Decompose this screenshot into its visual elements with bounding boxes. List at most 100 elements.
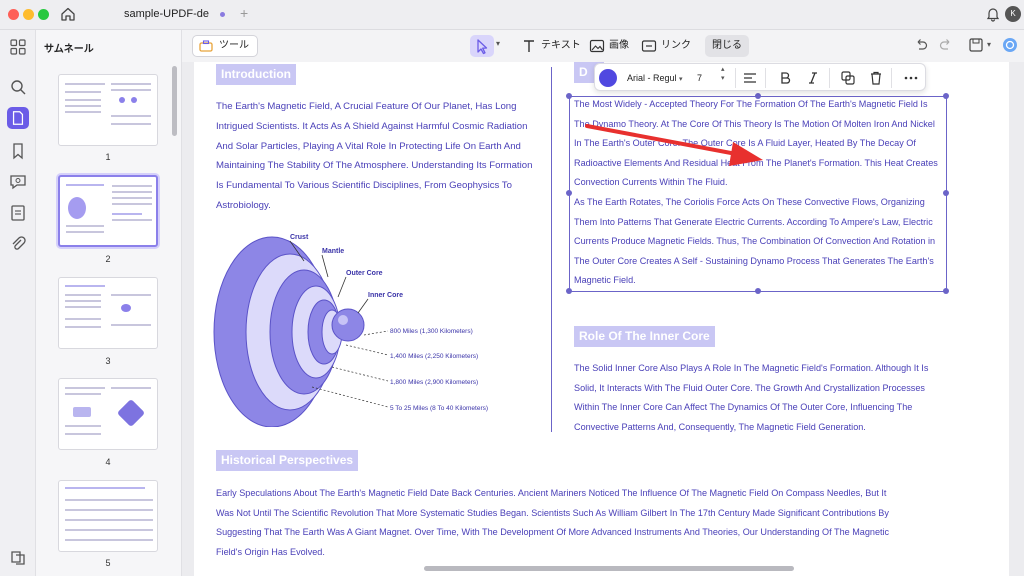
label-outer-core: Outer Core (346, 270, 383, 277)
text-line: Within The Inner Core Can Affect The Dyn… (574, 402, 913, 413)
introduction-paragraph[interactable]: The Earth's Magnetic Field, A Crucial Fe… (216, 97, 546, 216)
label-inner-core: Inner Core (368, 292, 403, 299)
cursor-icon (477, 39, 488, 55)
text-line: The Most Widely - Accepted Theory For Th… (574, 99, 928, 109)
text-line: And Solar Particles, Playing A Vital Rol… (216, 140, 521, 152)
text-line: Suggesting That The Earth Was A Giant Ma… (216, 527, 890, 538)
app-window: { "window": { "tab_title": "sample-UPDF-… (0, 0, 1024, 576)
select-cursor-button[interactable] (470, 35, 494, 57)
pages-icon[interactable] (7, 107, 29, 129)
stepper-arrows-icon[interactable]: ▴ ▾ (721, 65, 725, 83)
text-tool-button[interactable]: テキスト (521, 35, 581, 57)
text-line: Early Speculations About The Earth's Mag… (216, 488, 887, 498)
close-window-button[interactable] (8, 9, 19, 20)
tools-label: ツール (219, 40, 249, 51)
text-line: The Outer Core Creates A Self - Sustaini… (574, 255, 934, 266)
undo-icon[interactable] (913, 37, 929, 53)
attachment-icon[interactable] (9, 235, 27, 253)
historical-paragraph[interactable]: Early Speculations About The Earth's Mag… (216, 484, 936, 562)
home-icon[interactable] (60, 6, 76, 22)
bookmark-icon[interactable] (9, 142, 27, 160)
zoom-window-button[interactable] (38, 9, 49, 20)
page-thumbnail-2[interactable] (58, 175, 158, 247)
link-tool-button[interactable]: リンク (641, 35, 691, 57)
font-size-value: 7 (697, 73, 703, 83)
image-icon (589, 39, 605, 53)
chevron-down-icon[interactable]: ▾ (987, 40, 1003, 56)
font-family-select[interactable]: Arial - Regul ▾ (625, 69, 687, 87)
bold-icon[interactable] (777, 70, 793, 86)
label-distance-1: 800 Miles (1,300 Kilometers) (390, 328, 473, 335)
image-tool-button[interactable]: 画像 (589, 35, 629, 57)
copy-icon[interactable] (840, 70, 856, 86)
align-left-icon[interactable] (742, 70, 758, 86)
redo-icon[interactable] (938, 37, 954, 53)
label-distance-3: 1,800 Miles (2,900 Kilometers) (390, 379, 478, 386)
thumbnail-label: 5 (105, 558, 111, 568)
unsaved-dot-icon (220, 12, 225, 17)
inner-core-paragraph[interactable]: The Solid Inner Core Also Plays A Role I… (574, 359, 954, 437)
comment-search-icon[interactable] (9, 173, 27, 191)
text-line: Solid, It Interacts With The Fluid Outer… (574, 382, 925, 393)
text-color-picker[interactable] (599, 69, 617, 87)
avatar[interactable]: K (1005, 6, 1021, 22)
save-icon[interactable] (968, 37, 984, 53)
image-tool-label: 画像 (609, 40, 629, 51)
link-icon (641, 40, 657, 52)
text-line: Was Not Until The Scientific Revolution … (216, 507, 889, 518)
document-tab[interactable]: sample-UPDF-de (124, 8, 209, 20)
panel-title: サムネール (44, 44, 94, 55)
text-line: Convection Currents Within The Fluid. (574, 177, 728, 188)
layers-icon[interactable] (9, 548, 27, 566)
section-title-introduction[interactable]: Introduction (216, 64, 296, 85)
resize-handle[interactable] (566, 288, 572, 294)
pdf-page: Introduction The Earth's Magnetic Field,… (194, 62, 1009, 576)
section-title-historical[interactable]: Historical Perspectives (216, 450, 359, 471)
close-edit-button[interactable]: 閉じる (705, 35, 749, 57)
label-distance-2: 1,400 Miles (2,250 Kilometers) (390, 353, 478, 360)
toolbox-icon (199, 40, 213, 52)
trash-icon[interactable] (868, 70, 884, 86)
chevron-down-icon: ▾ (679, 76, 683, 83)
title-bar: sample-UPDF-de + K (0, 0, 1024, 30)
italic-icon[interactable] (805, 70, 821, 86)
section-title-inner-core[interactable]: Role Of The Inner Core (574, 326, 715, 347)
column-divider (551, 67, 552, 432)
earth-layers-diagram[interactable]: Crust Mantle Outer Core Inner Core 800 M… (212, 227, 532, 427)
page-thumbnail-4[interactable] (58, 378, 158, 450)
label-distance-4: 5 To 25 Miles (8 To 40 Kilometers) (390, 405, 488, 412)
annotation-arrow-icon (585, 124, 763, 166)
text-line: Convective Patterns And, Consequently, T… (574, 421, 866, 432)
label-crust: Crust (290, 234, 309, 241)
more-icon[interactable] (903, 70, 919, 86)
text-icon (524, 40, 534, 52)
ai-assistant-icon[interactable] (1002, 37, 1018, 53)
text-line: The Solid Inner Core Also Plays A Role I… (574, 363, 929, 373)
form-icon[interactable] (9, 204, 27, 222)
left-rail (0, 30, 36, 576)
text-line: As The Earth Rotates, The Coriolis Force… (574, 196, 925, 207)
thumbnail-panel: サムネール 1 2 3 4 5 (36, 30, 182, 576)
horizontal-scrollbar[interactable] (424, 566, 794, 571)
search-icon[interactable] (9, 78, 27, 96)
text-line: Them Into Patterns That Generate Electri… (574, 216, 933, 227)
page-thumbnail-5[interactable] (58, 480, 158, 552)
font-size-stepper[interactable]: 7 ▴ ▾ (695, 66, 731, 87)
thumbnail-scrollbar[interactable] (172, 66, 177, 136)
text-line: Currents Produce Magnetic Fields. Thus, … (574, 236, 936, 247)
grid-icon[interactable] (9, 38, 27, 56)
minimize-window-button[interactable] (23, 9, 34, 20)
page-thumbnail-1[interactable] (58, 74, 158, 146)
separator (735, 68, 736, 88)
resize-handle[interactable] (566, 190, 572, 196)
new-tab-button[interactable]: + (240, 5, 248, 21)
bell-icon[interactable] (985, 6, 1001, 22)
resize-handle[interactable] (566, 93, 572, 99)
tools-button[interactable]: ツール (192, 35, 258, 57)
text-line: Magnetic Field. (574, 275, 636, 286)
toolbar: ツール ▾ テキスト 画像 リンク 閉じる ▾ (182, 30, 1024, 62)
thumbnail-label: 4 (105, 457, 111, 467)
chevron-down-icon[interactable]: ▾ (496, 39, 500, 48)
font-family-value: Arial - Regul (627, 73, 677, 83)
page-thumbnail-3[interactable] (58, 277, 158, 349)
